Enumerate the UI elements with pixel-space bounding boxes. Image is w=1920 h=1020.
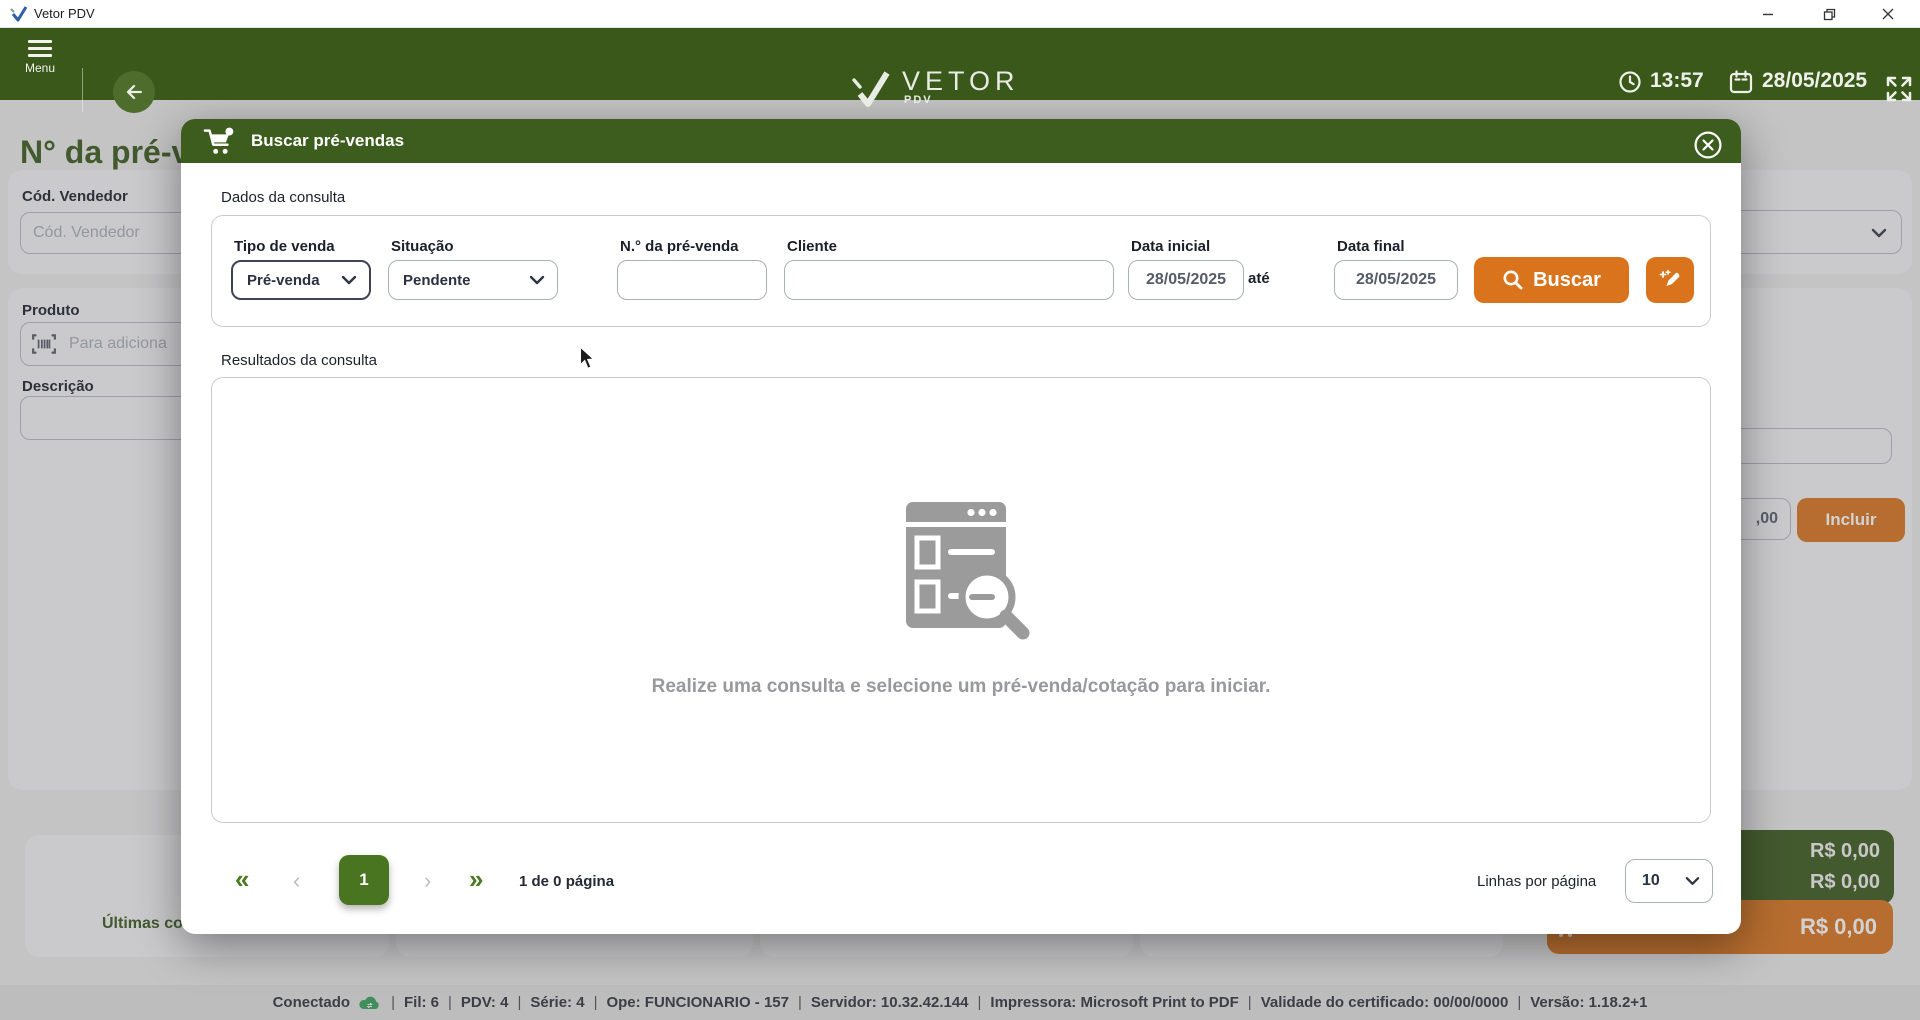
ate-label: até (1248, 270, 1270, 287)
calendar-icon (1728, 69, 1754, 100)
per-page-select[interactable]: 10 (1625, 859, 1713, 903)
buscar-button-label: Buscar (1533, 268, 1601, 291)
tipo-venda-select[interactable]: Pré-venda (231, 260, 371, 300)
modal-title: Buscar pré-vendas (251, 131, 405, 150)
per-page-value: 10 (1642, 872, 1660, 889)
dados-consulta-section-label: Dados da consulta (221, 189, 346, 206)
situacao-label: Situação (391, 238, 454, 255)
data-inicial-field (1128, 260, 1244, 300)
situacao-select[interactable]: Pendente (388, 260, 558, 300)
restore-button[interactable] (1807, 0, 1851, 28)
close-window-button[interactable] (1866, 0, 1910, 28)
per-page-label: Linhas por página (1477, 873, 1597, 890)
cart-icon (203, 127, 234, 154)
pagination-next-button[interactable]: › (424, 868, 431, 894)
data-inicial-input[interactable] (1129, 271, 1243, 289)
brand-check-icon (852, 71, 890, 107)
search-icon (1503, 270, 1523, 290)
situacao-value: Pendente (403, 271, 471, 289)
window-titlebar: Vetor PDV (0, 0, 1920, 28)
header-date: 28/05/2025 (1762, 69, 1868, 92)
pagination-last-button[interactable]: » (469, 866, 483, 892)
data-final-input[interactable] (1335, 271, 1457, 289)
window-title: Vetor PDV (34, 6, 95, 21)
broom-clean-icon (1659, 269, 1680, 286)
dados-consulta-fieldset: Tipo de venda Pré-venda Situação Pendent… (211, 215, 1711, 327)
header-time: 13:57 (1650, 69, 1704, 92)
chevron-down-icon (529, 275, 545, 285)
header-divider (82, 68, 83, 112)
empty-results-illustration (906, 502, 1030, 640)
data-final-field (1334, 260, 1458, 300)
brand-logo: VETOR PDV (850, 66, 1020, 114)
back-button[interactable] (113, 71, 155, 113)
empty-results-message: Realize uma consulta e selecione um pré-… (651, 676, 1271, 697)
minimize-button[interactable] (1746, 0, 1790, 28)
menu-button[interactable]: Menu (14, 36, 66, 92)
limpar-filtros-button[interactable] (1646, 257, 1694, 303)
pagination-first-button[interactable]: « (235, 866, 249, 892)
resultados-fieldset: Realize uma consulta e selecione um pré-… (211, 377, 1711, 823)
chevron-down-icon (1685, 877, 1700, 885)
numero-pre-venda-input[interactable] (617, 260, 767, 300)
tipo-venda-label: Tipo de venda (234, 238, 335, 255)
cliente-label: Cliente (787, 238, 838, 255)
chevron-down-icon (341, 275, 357, 285)
resultados-section-label: Resultados da consulta (221, 352, 377, 369)
pagination-current-page[interactable]: 1 (339, 855, 389, 905)
menu-label: Menu (24, 61, 56, 75)
close-icon (1694, 131, 1722, 159)
back-arrow-icon (126, 84, 142, 100)
hamburger-icon (14, 40, 66, 57)
cliente-field (784, 260, 1114, 300)
buscar-button[interactable]: Buscar (1474, 257, 1629, 303)
modal-header: Buscar pré-vendas (181, 119, 1741, 163)
data-inicial-label: Data inicial (1131, 238, 1211, 255)
brand-name: VETOR (902, 66, 1020, 96)
cliente-input[interactable] (784, 260, 1114, 300)
fullscreen-icon[interactable] (1884, 74, 1914, 109)
app-header: Menu VETOR PDV 13:57 28/05/2025 (0, 28, 1920, 113)
numero-pre-venda-label: N.° da pré-venda (620, 238, 739, 255)
data-final-label: Data final (1337, 238, 1405, 255)
modal-close-button[interactable] (1694, 131, 1722, 159)
pagination-prev-button[interactable]: ‹ (293, 868, 300, 894)
tipo-venda-value: Pré-venda (247, 271, 320, 289)
numero-pre-venda-field (617, 260, 767, 300)
pagination-info: 1 de 0 página (519, 873, 615, 890)
buscar-pre-vendas-modal: Buscar pré-vendas Dados da consulta Tipo… (181, 119, 1741, 934)
clock-icon (1618, 70, 1642, 99)
app-logo-icon (10, 5, 28, 28)
